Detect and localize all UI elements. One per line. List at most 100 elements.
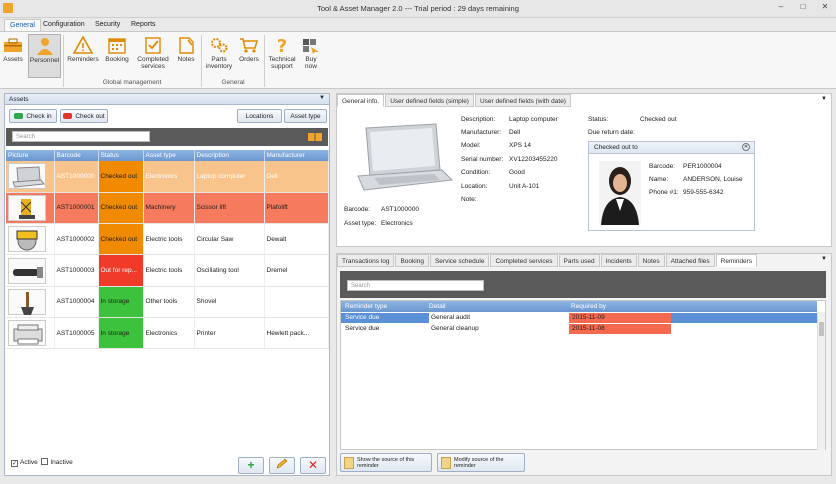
table-row[interactable]: AST1000001 Checked out Machinery Scissor li… bbox=[6, 192, 329, 225]
grid-view-icon[interactable] bbox=[308, 133, 322, 141]
calendar-icon bbox=[108, 38, 126, 54]
asset-description: Printer bbox=[194, 317, 265, 350]
col-status[interactable]: Status bbox=[98, 150, 144, 161]
circular-saw-thumbnail bbox=[8, 226, 46, 253]
tab-parts-used[interactable]: Parts used bbox=[558, 254, 600, 267]
parts-label-1: Parts bbox=[211, 56, 227, 63]
asset-type: Electric tools bbox=[143, 254, 195, 287]
person-icon bbox=[36, 38, 53, 55]
check-out-button[interactable]: Check out bbox=[60, 109, 108, 123]
orders-button[interactable]: Orders bbox=[236, 34, 262, 78]
add-button[interactable]: + bbox=[238, 457, 264, 474]
table-row[interactable]: AST1000005 In storage Electronics Printer He… bbox=[6, 317, 329, 350]
locations-button[interactable]: Locations bbox=[237, 109, 282, 123]
show-source-button[interactable]: Show the source of this reminder bbox=[340, 453, 432, 472]
description-value: Laptop computer bbox=[509, 116, 558, 123]
reminders-scrollbar[interactable] bbox=[817, 312, 825, 450]
person-name-label: Name: bbox=[649, 176, 669, 183]
col-required-by[interactable]: Required by bbox=[571, 303, 606, 310]
table-row[interactable]: AST1000003 Out for rep... Electric tools Os… bbox=[6, 254, 329, 287]
tab-booking[interactable]: Booking bbox=[395, 254, 429, 267]
asset-manufacturer: Dell bbox=[264, 161, 329, 193]
asset-activity-panel: Transactions log Booking Service schedul… bbox=[336, 253, 832, 476]
tab-general[interactable]: General bbox=[4, 19, 41, 31]
parts-inventory-button[interactable]: Parts inventory bbox=[204, 34, 234, 78]
tab-udf-simple[interactable]: User defined fields (simple) bbox=[385, 94, 474, 107]
reminders-label: Reminders bbox=[67, 56, 99, 63]
gears-icon bbox=[211, 38, 228, 53]
tab-reminders[interactable]: Reminders bbox=[715, 254, 758, 267]
booking-button[interactable]: Booking bbox=[103, 34, 131, 78]
note-icon bbox=[179, 37, 194, 54]
checklist-icon bbox=[145, 37, 161, 54]
collapse-icon[interactable]: ▼ bbox=[821, 256, 827, 262]
tab-service-schedule[interactable]: Service schedule bbox=[429, 254, 490, 267]
tab-completed-services[interactable]: Completed services bbox=[490, 254, 558, 267]
assets-button[interactable]: Assets bbox=[2, 34, 24, 78]
pin-icon[interactable]: ▼ bbox=[319, 95, 325, 101]
tab-security[interactable]: Security bbox=[90, 19, 125, 31]
close-icon[interactable]: ✕ bbox=[742, 143, 750, 151]
notes-button[interactable]: Notes bbox=[174, 34, 198, 78]
reminders-search-input[interactable]: Search bbox=[347, 280, 484, 291]
tab-reports[interactable]: Reports bbox=[126, 19, 161, 31]
col-asset-type[interactable]: Asset type bbox=[143, 150, 195, 161]
asset-status: In storage bbox=[98, 286, 144, 318]
close-icon[interactable]: ✕ bbox=[818, 2, 832, 11]
assets-panel-title: Assets bbox=[9, 96, 29, 103]
col-picture[interactable]: Picture bbox=[6, 150, 55, 161]
pencil-icon bbox=[276, 458, 288, 469]
group-global-management: Global management bbox=[102, 79, 162, 86]
table-row[interactable]: AST1000004 In storage Other tools Shovel bbox=[6, 286, 329, 318]
check-in-button[interactable]: Check in bbox=[9, 109, 57, 123]
person-phone-value: 959-555-6342 bbox=[683, 189, 724, 196]
checked-out-to-box: Checked out to ✕ Barcode: PER1000004 Nam… bbox=[588, 141, 755, 231]
assets-search-input[interactable]: Search bbox=[12, 131, 150, 142]
tab-incidents[interactable]: Incidents bbox=[600, 254, 637, 267]
col-barcode[interactable]: Barcode bbox=[54, 150, 99, 161]
col-description[interactable]: Description bbox=[194, 150, 265, 161]
asset-type-button[interactable]: Asset type bbox=[284, 109, 327, 123]
col-detail[interactable]: Detail bbox=[429, 303, 446, 310]
minimize-icon[interactable]: – bbox=[774, 2, 788, 11]
asset-picture bbox=[6, 161, 55, 193]
reminder-row[interactable]: Service due General cleanup 2015-11-08 bbox=[341, 324, 817, 334]
inactive-checkbox[interactable] bbox=[41, 458, 49, 465]
title-bar: Tool & Asset Manager 2.0 --- Trial perio… bbox=[0, 0, 836, 18]
edit-button[interactable] bbox=[269, 457, 295, 474]
buy-now-button[interactable]: Buy now bbox=[300, 34, 322, 78]
asset-type: Machinery bbox=[143, 192, 195, 225]
reminder-row[interactable]: Service due General audit 2015-11-09 bbox=[341, 313, 817, 323]
technical-support-button[interactable]: ? Technical support bbox=[266, 34, 298, 78]
tab-notes[interactable]: Notes bbox=[637, 254, 665, 267]
asset-type: Electric tools bbox=[143, 223, 195, 256]
asset-manufacturer: Hewlett pack... bbox=[264, 317, 329, 350]
delete-button[interactable]: ✕ bbox=[300, 457, 326, 474]
asset-type: Other tools bbox=[143, 286, 195, 318]
asset-status: In storage bbox=[98, 317, 144, 350]
table-row[interactable]: AST1000002 Checked out Electric tools Circu… bbox=[6, 223, 329, 256]
col-manufacturer[interactable]: Manufacturer bbox=[264, 150, 329, 161]
tab-attached-files[interactable]: Attached files bbox=[665, 254, 715, 267]
document-icon bbox=[344, 457, 354, 469]
tab-transactions-log[interactable]: Transactions log bbox=[337, 254, 395, 267]
oscillating-tool-thumbnail bbox=[8, 257, 46, 284]
reminders-button[interactable]: Reminders bbox=[66, 34, 100, 78]
tab-configuration[interactable]: Configuration bbox=[38, 19, 90, 31]
tab-general-info[interactable]: General info. bbox=[337, 94, 385, 107]
reminder-required-by: 2015-11-08 bbox=[569, 324, 671, 334]
inactive-label: Inactive bbox=[50, 459, 73, 466]
modify-source-button[interactable]: Modify source of the reminder bbox=[437, 453, 525, 472]
tab-udf-date[interactable]: User defined fields (with date) bbox=[474, 94, 571, 107]
table-row[interactable]: AST1000000 Checked out Electronics Laptop c… bbox=[6, 161, 329, 193]
collapse-icon[interactable]: ▼ bbox=[821, 96, 827, 102]
col-reminder-type[interactable]: Reminder type bbox=[345, 303, 387, 310]
info-tabs: General info. User defined fields (simpl… bbox=[337, 94, 571, 107]
check-out-icon bbox=[63, 113, 73, 119]
personnel-button[interactable]: Personnel bbox=[28, 34, 61, 78]
active-checkbox[interactable]: ✓ bbox=[11, 460, 18, 467]
maximize-icon[interactable]: □ bbox=[796, 2, 810, 11]
completed-services-button[interactable]: Completed services bbox=[134, 34, 172, 78]
scrollbar-thumb[interactable] bbox=[819, 322, 824, 336]
person-barcode-label: Barcode: bbox=[649, 163, 676, 170]
